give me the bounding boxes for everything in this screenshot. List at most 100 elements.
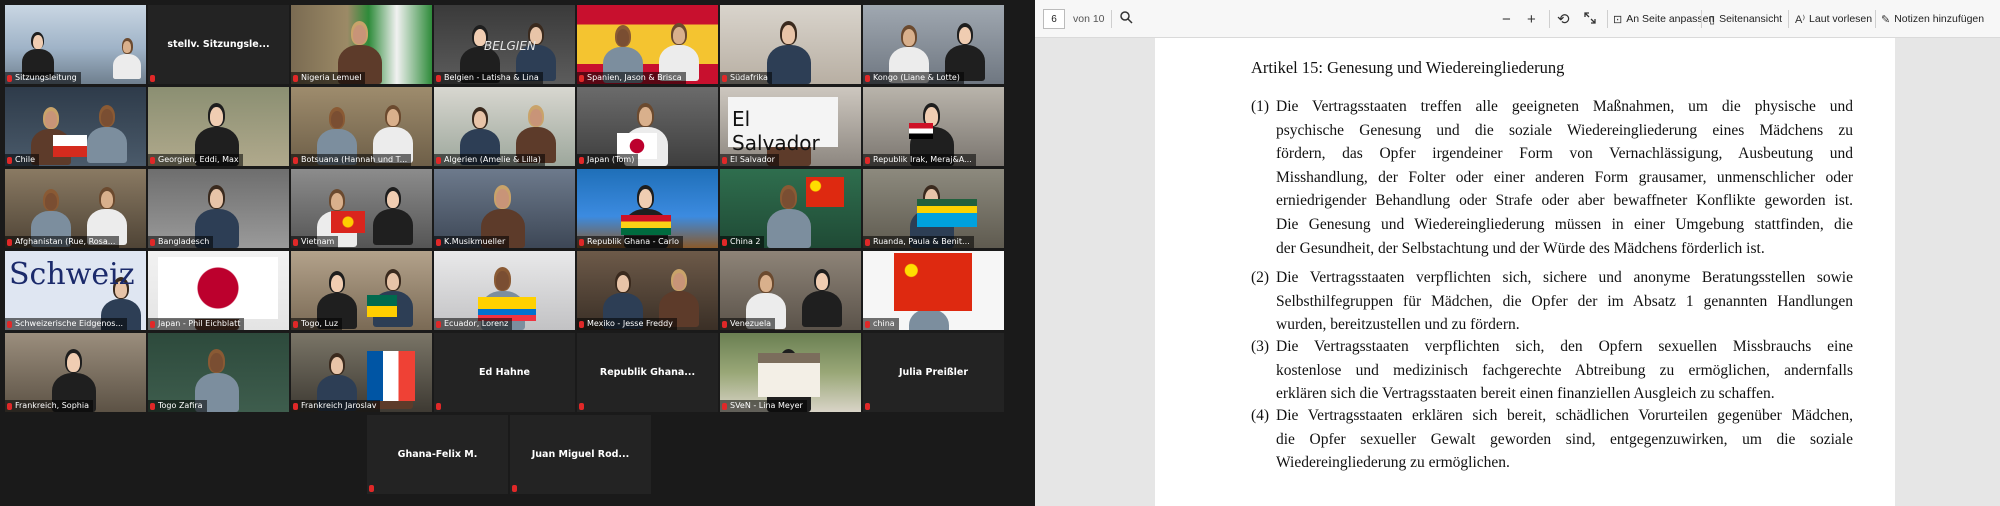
participant-video-tile[interactable]: China 2: [720, 169, 861, 248]
mic-muted-icon: [579, 75, 584, 82]
participant-body: [802, 291, 842, 327]
participant-video-tile[interactable]: SVeN - Lina Meyer: [720, 333, 861, 412]
participant-name-label: Kongo (Liane & Lotte): [863, 72, 964, 84]
participant-video-tile[interactable]: Botsuana (Hannah und T...: [291, 87, 432, 166]
participant-video-tile[interactable]: Nigeria Lemuel: [291, 5, 432, 84]
search-icon: [1119, 10, 1133, 28]
participant-face: [782, 189, 796, 208]
participant-video-tile[interactable]: Algerien (Amelie & Lilla): [434, 87, 575, 166]
participant-video-tile[interactable]: Republik Ghana - Carlo: [577, 169, 718, 248]
mic-muted-icon: [722, 321, 727, 328]
participant-tile-no-video[interactable]: Juan Miguel Rod...: [510, 415, 651, 494]
participant-name-center: Republik Ghana...: [599, 367, 696, 378]
participant-video-tile[interactable]: china: [863, 251, 1004, 330]
participant-video-tile[interactable]: BELGIEN Belgien - Latisha & Lina: [434, 5, 575, 84]
participant-tile-no-video[interactable]: Republik Ghana...: [577, 333, 718, 412]
participant-body: [766, 208, 811, 248]
participant-video-tile[interactable]: Sitzungsleitung: [5, 5, 146, 84]
toolbar-divider: [1875, 10, 1876, 28]
participant-face: [903, 29, 915, 46]
togo-flag: [367, 295, 397, 317]
paragraph-line: fördern, das Opfer irgendeiner Form von …: [1276, 145, 1853, 163]
add-notes-button[interactable]: ✎ Notizen hinzufügen: [1881, 0, 1984, 38]
participant-tile-no-video[interactable]: Julia Preißler: [863, 333, 1004, 412]
participant-video-tile[interactable]: Mexiko - Jesse Freddy: [577, 251, 718, 330]
mic-muted-icon: [865, 403, 870, 410]
rotate-button[interactable]: ⟲: [1557, 0, 1570, 38]
read-aloud-button[interactable]: A⁾ Laut vorlesen: [1795, 0, 1872, 38]
participant-video-tile[interactable]: Bangladesch: [148, 169, 289, 248]
participant-tile-no-video[interactable]: stellv. Sitzungsle...: [148, 5, 289, 84]
participant-name-center: Julia Preißler: [898, 367, 969, 378]
participant-sign: Schweiz: [9, 257, 135, 292]
participant-video-tile[interactable]: El Salvador El Salvador: [720, 87, 861, 166]
expand-icon: [1584, 11, 1596, 27]
pdf-viewer: 6 von 10 − + ⟲ ⊡ An Seite anpassen ▯ Sei…: [1035, 0, 2000, 506]
paragraph-line: erniedrigender Behandlung oder Strafe od…: [1276, 192, 1853, 210]
china-flag: [806, 177, 844, 207]
participant-video-tile[interactable]: Frankreich, Sophia: [5, 333, 146, 412]
participant-face: [474, 111, 486, 128]
paragraph-line: wurden, bereitzustellen und zu fördern.: [1276, 316, 1520, 334]
participant-video-tile[interactable]: Frankreich Jaroslav: [291, 333, 432, 412]
participant-tile-no-video[interactable]: Ed Hahne: [434, 333, 575, 412]
participant-name-label: Ecuador, Lorenz: [434, 318, 513, 330]
article-paragraph: (1) Die Vertragsstaaten treffen alle geei…: [1251, 95, 1853, 260]
mic-muted-icon: [293, 157, 298, 164]
participant-name-label: Venezuela: [720, 318, 776, 330]
ghana-flag: [621, 215, 671, 235]
participant-video-tile[interactable]: Republik Irak, Meraj&A...: [863, 87, 1004, 166]
participant-video-tile[interactable]: Chile: [5, 87, 146, 166]
mic-muted-icon: [293, 403, 298, 410]
participant-name-label: Algerien (Amelie & Lilla): [434, 154, 545, 166]
participant-name-label: Botsuana (Hannah und T...: [291, 154, 412, 166]
participant-face: [45, 111, 57, 128]
zoom-in-button[interactable]: +: [1527, 0, 1536, 38]
paragraph-number: (4): [1251, 407, 1270, 424]
mic-muted-icon: [293, 75, 298, 82]
participant-video-tile[interactable]: Georgien, Eddi, Max: [148, 87, 289, 166]
participant-video-tile[interactable]: Ruanda, Paula & Benit...: [863, 169, 1004, 248]
participant-video-tile[interactable]: Japan (Tom): [577, 87, 718, 166]
fullscreen-button[interactable]: [1584, 0, 1596, 38]
paragraph-line: die Opfer sexueller Gewalt geworden sind…: [1276, 430, 1853, 448]
participant-name-label: Belgien - Latisha & Lina: [434, 72, 543, 84]
participant-face: [210, 353, 224, 372]
participant-tile-no-video[interactable]: Ghana-Felix M.: [367, 415, 508, 494]
participant-face: [331, 275, 343, 292]
paragraph-number: (1): [1251, 98, 1270, 115]
participant-name-label: El Salvador: [720, 154, 779, 166]
participant-video-tile[interactable]: Venezuela: [720, 251, 861, 330]
participant-video-tile[interactable]: Afghanistan (Rue, Rosa...: [5, 169, 146, 248]
participant-video-tile[interactable]: K.Musikmueller: [434, 169, 575, 248]
participant-video-tile[interactable]: Kongo (Liane & Lotte): [863, 5, 1004, 84]
participant-video-tile[interactable]: Südafrika: [720, 5, 861, 84]
participant-name-label: Frankreich, Sophia: [5, 400, 93, 412]
fit-page-button[interactable]: ⊡ An Seite anpassen: [1613, 0, 1714, 38]
zoom-out-button[interactable]: −: [1502, 0, 1511, 38]
participant-video-tile[interactable]: Schweiz Schweizerische Eidgenos...: [5, 251, 146, 330]
participant-video-tile[interactable]: Spanien, Jason & Brisca: [577, 5, 718, 84]
participant-face: [210, 189, 224, 208]
mic-muted-icon: [150, 321, 155, 328]
participant-video-tile[interactable]: Togo Zafira: [148, 333, 289, 412]
participant-face: [816, 273, 828, 290]
participant-name-label: Spanien, Jason & Brisca: [577, 72, 686, 84]
page-view-button[interactable]: ▯ Seitenansicht: [1709, 0, 1782, 38]
participant-video-tile[interactable]: Vietnam: [291, 169, 432, 248]
house-image: [758, 353, 820, 397]
mic-muted-icon: [579, 403, 584, 410]
participant-face: [760, 275, 772, 292]
participant-video-tile[interactable]: Togo, Luz: [291, 251, 432, 330]
participant-face: [353, 25, 367, 44]
participant-video-tile[interactable]: Japan - Phil Eichblatt: [148, 251, 289, 330]
mic-muted-icon: [7, 321, 12, 328]
participant-video-tile[interactable]: Ecuador, Lorenz: [434, 251, 575, 330]
search-button[interactable]: [1119, 0, 1133, 38]
paragraph-line: erklären sich die Vertragsstaaten bereit…: [1276, 385, 1775, 403]
participant-name-label: SVeN - Lina Meyer: [720, 400, 807, 412]
participant-name-label: Afghanistan (Rue, Rosa...: [5, 236, 120, 248]
japan-flag: [158, 257, 278, 319]
participant-body: [373, 209, 413, 245]
page-number-input[interactable]: 6: [1043, 9, 1065, 29]
